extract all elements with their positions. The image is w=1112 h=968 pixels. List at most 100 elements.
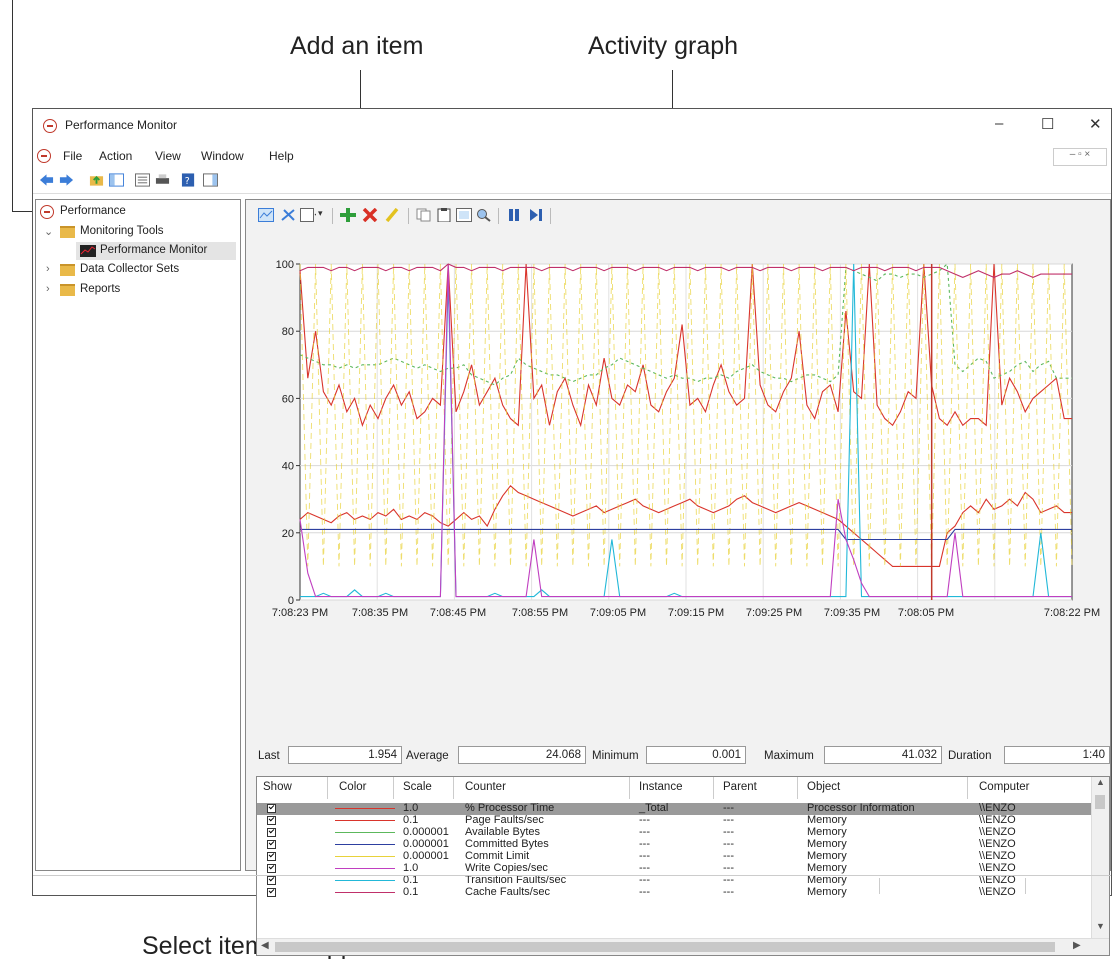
show-checkbox[interactable] xyxy=(267,840,276,849)
y-tick-label: 60 xyxy=(282,393,294,405)
column-header-counter[interactable]: Counter xyxy=(465,781,506,793)
cell-parent: --- xyxy=(723,850,734,862)
scrollbar-thumb[interactable] xyxy=(1095,795,1105,809)
series-color-swatch xyxy=(335,808,395,809)
cell-scale: 0.000001 xyxy=(403,838,449,850)
column-header-computer[interactable]: Computer xyxy=(979,781,1030,793)
callout-activity-graph: Activity graph xyxy=(588,32,739,60)
table-row[interactable]: 1.0 Write Copies/sec --- --- Memory \\ENZO xyxy=(257,862,1092,875)
vertical-scrollbar[interactable]: ▲ ▼ xyxy=(1091,777,1109,955)
monitor-icon xyxy=(80,245,96,257)
cell-counter: Available Bytes xyxy=(465,826,541,838)
export-icon[interactable] xyxy=(155,173,170,187)
scroll-right-icon[interactable]: ▶ xyxy=(1073,940,1081,951)
cell-instance: --- xyxy=(639,862,650,874)
maximum-label: Maximum xyxy=(764,750,814,762)
help-icon[interactable]: ? xyxy=(181,173,196,187)
show-checkbox[interactable] xyxy=(267,852,276,861)
console-tree-icon[interactable] xyxy=(109,173,124,187)
series-color-swatch xyxy=(335,868,395,869)
column-divider xyxy=(453,777,454,799)
column-header-scale[interactable]: Scale xyxy=(403,781,432,793)
column-header-instance[interactable]: Instance xyxy=(639,781,682,793)
table-row[interactable]: 0.000001 Commit Limit --- --- Memory \\ENZO xyxy=(257,850,1092,863)
column-divider xyxy=(797,777,798,799)
last-value: 1.954 xyxy=(288,746,402,764)
cell-counter: Write Copies/sec xyxy=(465,862,548,874)
column-header-color[interactable]: Color xyxy=(339,781,366,793)
statistics-bar: Last 1.954 Average 24.068 Minimum 0.001 … xyxy=(246,746,1112,768)
x-tick-label: 7:08:35 PM xyxy=(352,607,408,619)
up-folder-icon[interactable] xyxy=(89,173,104,187)
activity-graph[interactable]: 100 80 60 40 20 07:08:23 PM 7:08:35 PM 7:08:45 … xyxy=(246,200,1112,740)
action-pane-icon[interactable] xyxy=(203,173,218,187)
series-color-swatch xyxy=(335,832,395,833)
back-icon[interactable] xyxy=(39,173,54,187)
main-toolbar: ? xyxy=(33,169,1111,194)
y-tick-label: 100 xyxy=(276,259,294,271)
maximize-button[interactable]: ☐ xyxy=(1041,115,1054,133)
chevron-right-icon[interactable]: › xyxy=(46,263,50,275)
table-row[interactable]: 1.0 % Processor Time _Total --- Processor In… xyxy=(257,802,1092,815)
cell-instance: --- xyxy=(639,826,650,838)
cell-object: Memory xyxy=(807,826,847,838)
average-label: Average xyxy=(406,750,449,762)
menu-action[interactable]: Action xyxy=(99,149,132,163)
show-checkbox[interactable] xyxy=(267,828,276,837)
folder-icon xyxy=(60,284,75,296)
minimum-value: 0.001 xyxy=(646,746,746,764)
average-value: 24.068 xyxy=(458,746,586,764)
scroll-left-icon[interactable]: ◀ xyxy=(261,940,269,951)
x-tick-label: 7:09:25 PM xyxy=(746,607,802,619)
cell-object: Processor Information xyxy=(807,802,915,814)
properties-icon[interactable] xyxy=(135,173,150,187)
column-divider xyxy=(629,777,630,799)
cell-scale: 1.0 xyxy=(403,862,419,874)
table-row[interactable]: 0.1 Page Faults/sec --- --- Memory \\ENZO xyxy=(257,814,1092,827)
performance-icon xyxy=(40,205,54,219)
horizontal-scrollbar[interactable]: ◀ ▶ xyxy=(257,938,1109,955)
y-tick-label: 80 xyxy=(282,326,294,338)
mdi-child-buttons[interactable]: – ▫ × xyxy=(1053,148,1107,166)
cell-object: Memory xyxy=(807,862,847,874)
cell-instance: _Total xyxy=(639,802,669,814)
scroll-down-icon[interactable]: ▼ xyxy=(1096,921,1105,931)
menu-help[interactable]: Help xyxy=(269,149,294,163)
scrollbar-thumb[interactable] xyxy=(275,942,1055,952)
cell-scale: 1.0 xyxy=(403,802,419,814)
column-header-object[interactable]: Object xyxy=(807,781,840,793)
show-checkbox[interactable] xyxy=(267,816,276,825)
chevron-right-icon[interactable]: › xyxy=(46,283,50,295)
forward-icon[interactable] xyxy=(59,173,74,187)
column-header-show[interactable]: Show xyxy=(263,781,292,793)
callout-add-item: Add an item xyxy=(290,32,424,60)
minimum-label: Minimum xyxy=(592,750,639,762)
table-row[interactable]: 0.000001 Available Bytes --- --- Memory \\ENZ… xyxy=(257,826,1092,839)
scroll-up-icon[interactable]: ▲ xyxy=(1096,777,1105,787)
show-checkbox[interactable] xyxy=(267,864,276,873)
close-button[interactable]: ✕ xyxy=(1089,115,1102,133)
callout-line-vertical-left xyxy=(12,0,13,212)
x-tick-label: 7:09:15 PM xyxy=(668,607,724,619)
menu-file[interactable]: File xyxy=(63,149,82,163)
cell-parent: --- xyxy=(723,862,734,874)
cell-scale: 0.1 xyxy=(403,814,419,826)
column-divider xyxy=(967,777,968,799)
show-checkbox[interactable] xyxy=(267,804,276,813)
tree-item-performance-monitor[interactable]: Performance Monitor xyxy=(76,242,236,260)
menu-view[interactable]: View xyxy=(155,149,181,163)
performance-icon xyxy=(43,119,57,133)
cell-parent: --- xyxy=(723,802,734,814)
chevron-down-icon[interactable]: ⌄ xyxy=(44,225,53,238)
counter-list: Show Color Scale Counter Instance Parent… xyxy=(256,776,1110,956)
column-header-parent[interactable]: Parent xyxy=(723,781,757,793)
cell-counter: Commit Limit xyxy=(465,850,530,862)
cell-object: Memory xyxy=(807,838,847,850)
table-row[interactable]: 0.000001 Committed Bytes --- --- Memory \\ENZ… xyxy=(257,838,1092,851)
minimize-button[interactable]: – xyxy=(995,115,1003,132)
cell-counter: Committed Bytes xyxy=(465,838,549,850)
menu-window[interactable]: Window xyxy=(201,149,244,163)
tree-item-label: Performance Monitor xyxy=(100,244,208,256)
window-title: Performance Monitor xyxy=(65,118,178,132)
cell-computer: \\ENZO xyxy=(979,850,1016,862)
